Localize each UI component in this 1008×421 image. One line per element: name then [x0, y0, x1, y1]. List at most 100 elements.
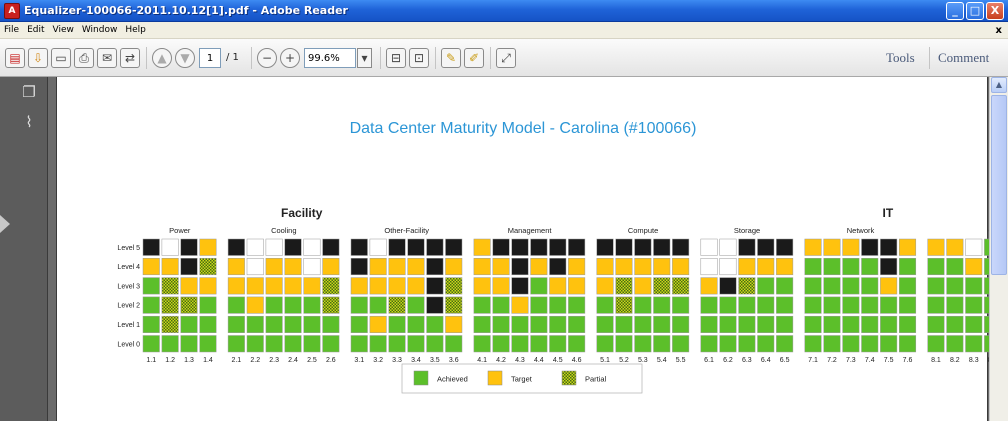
maturity-cell — [842, 335, 860, 353]
menu-window[interactable]: Window — [78, 22, 122, 39]
column-label: 3.4 — [411, 357, 421, 364]
maturity-cell — [407, 296, 425, 314]
menu-edit[interactable]: Edit — [23, 22, 48, 39]
maturity-cell — [265, 335, 283, 353]
maturity-cell — [369, 315, 387, 333]
maturity-cell — [303, 277, 321, 295]
maturity-cell — [407, 277, 425, 295]
page-number-input[interactable] — [199, 48, 221, 68]
maturity-cell — [842, 277, 860, 295]
maturity-cell — [265, 296, 283, 314]
maturity-cell — [246, 258, 264, 276]
maturity-cell — [823, 258, 841, 276]
zoom-dropdown[interactable]: ▾ — [357, 48, 372, 68]
maturity-cell — [672, 277, 690, 295]
column-label: 3.3 — [392, 357, 402, 364]
maturity-cell — [227, 315, 245, 333]
menu-view[interactable]: View — [49, 22, 78, 39]
maturity-cell — [615, 315, 633, 333]
maturity-cell — [426, 238, 444, 256]
maturity-cell — [776, 315, 794, 333]
maturity-cell — [615, 335, 633, 353]
maturity-cell — [842, 315, 860, 333]
pages-icon[interactable]: ❐ — [20, 83, 38, 101]
title-bar: A Equalizer-100066-2011.10.12[1].pdf - A… — [0, 0, 1008, 22]
maturity-cell — [492, 335, 510, 353]
maturity-cell — [388, 238, 406, 256]
maturity-cell — [284, 315, 302, 333]
document-close-button[interactable]: x — [996, 22, 1002, 39]
maturity-cell — [596, 335, 614, 353]
section-label: Power — [169, 226, 191, 235]
share-icon[interactable]: ⇄ — [120, 48, 140, 68]
maturity-cell — [946, 238, 964, 256]
maturity-cell — [161, 296, 179, 314]
save-icon[interactable]: ▭ — [51, 48, 71, 68]
close-button[interactable]: X — [986, 2, 1004, 20]
maturity-cell — [199, 238, 217, 256]
column-label: 4.4 — [534, 357, 544, 364]
zoom-in-icon[interactable]: + — [280, 48, 300, 68]
maturity-cell — [804, 296, 822, 314]
navigation-pane: ❐ ⌇ — [0, 77, 48, 421]
section-label: Network — [847, 226, 875, 235]
zoom-out-icon[interactable]: − — [257, 48, 277, 68]
maturity-cell — [161, 335, 179, 353]
highlight-icon[interactable]: ✐ — [464, 48, 484, 68]
maturity-cell — [511, 315, 529, 333]
maturity-cell — [927, 315, 945, 333]
menu-file[interactable]: File — [0, 22, 23, 39]
maturity-cell — [388, 315, 406, 333]
column-label: 1.1 — [146, 357, 156, 364]
maturity-cell — [738, 238, 756, 256]
maturity-cell — [445, 335, 463, 353]
maturity-cell — [322, 277, 340, 295]
print-icon[interactable]: ⎙ — [74, 48, 94, 68]
column-label: 7.6 — [903, 357, 913, 364]
attachments-icon[interactable]: ⌇ — [20, 113, 38, 131]
column-label: 8.3 — [969, 357, 979, 364]
fullscreen-icon[interactable]: ⤢ — [496, 48, 516, 68]
next-page-icon[interactable]: ▼ — [175, 48, 195, 68]
maturity-cell — [426, 335, 444, 353]
maturity-cell — [700, 296, 718, 314]
maturity-cell — [199, 315, 217, 333]
maturity-cell — [861, 335, 879, 353]
maturity-cell — [653, 277, 671, 295]
comment-pane-button[interactable]: Comment — [938, 48, 989, 68]
zoom-input[interactable] — [304, 48, 356, 68]
vertical-scrollbar[interactable]: ▲ — [989, 77, 1008, 421]
column-label: 7.1 — [808, 357, 818, 364]
tools-pane-button[interactable]: Tools — [886, 48, 915, 68]
maturity-cell — [492, 238, 510, 256]
maturity-chart: Facility IT Power 1.1 1.2 1.3 1.4 Cooling 2.1 2.2… — [117, 206, 989, 394]
nav-pane-toggle-arrow[interactable] — [0, 215, 10, 233]
prev-page-icon[interactable]: ▲ — [152, 48, 172, 68]
maturity-cell — [634, 277, 652, 295]
maturity-cell — [823, 277, 841, 295]
fit-width-icon[interactable]: ⊡ — [409, 48, 429, 68]
maturity-cell — [965, 315, 983, 333]
maturity-cell — [946, 258, 964, 276]
maturity-cell — [615, 277, 633, 295]
maturity-cell — [672, 296, 690, 314]
level-label-left: Level 1 — [117, 322, 140, 329]
maturity-cell — [861, 238, 879, 256]
column-label: 6.3 — [742, 357, 752, 364]
comment-icon[interactable]: ✎ — [441, 48, 461, 68]
maximize-button[interactable]: □ — [966, 2, 984, 20]
create-pdf-icon[interactable]: ▤ — [5, 48, 25, 68]
email-icon[interactable]: ✉ — [97, 48, 117, 68]
menu-help[interactable]: Help — [121, 22, 150, 39]
scroll-up-button[interactable]: ▲ — [991, 77, 1007, 93]
column-label: 5.2 — [619, 357, 629, 364]
scroll-thumb[interactable] — [991, 95, 1007, 275]
maturity-cell — [407, 315, 425, 333]
fit-page-icon[interactable]: ⊟ — [386, 48, 406, 68]
maturity-cell — [965, 238, 983, 256]
minimize-button[interactable]: _ — [946, 2, 964, 20]
maturity-cell — [880, 296, 898, 314]
maturity-cell — [549, 277, 567, 295]
open-icon[interactable]: ⇩ — [28, 48, 48, 68]
maturity-cell — [568, 238, 586, 256]
